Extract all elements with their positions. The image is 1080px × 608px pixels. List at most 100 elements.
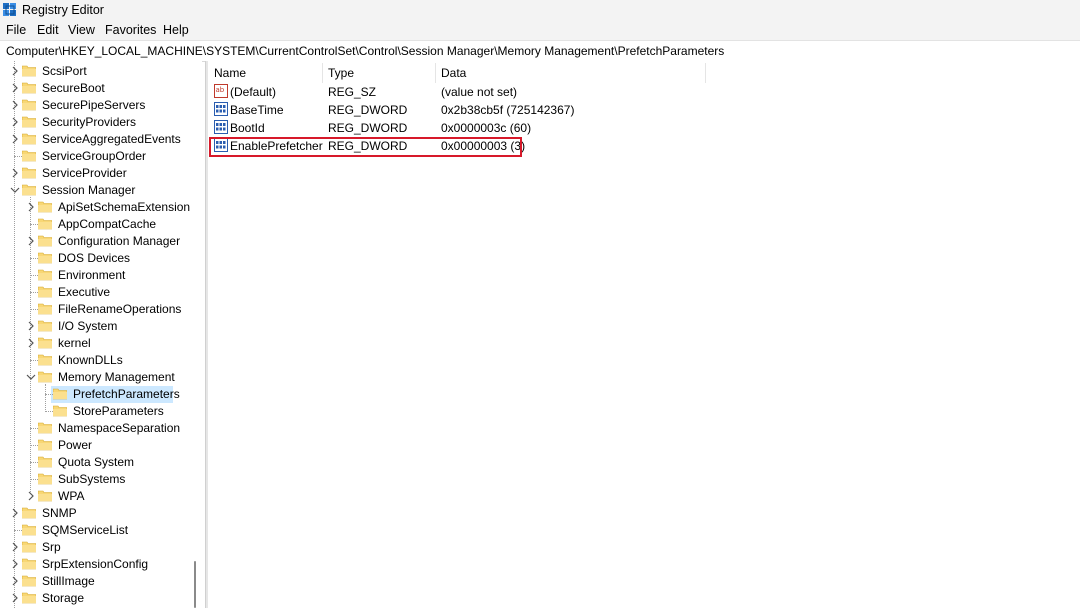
tree-item-label: NamespaceSeparation (58, 421, 181, 435)
folder-icon (38, 269, 52, 281)
tree-item[interactable]: SNMP (0, 505, 190, 522)
tree-item[interactable]: ServiceProvider (0, 165, 190, 182)
value-type: REG_DWORD (328, 121, 408, 135)
value-row[interactable]: BootId REG_DWORD 0x0000003c (60) (208, 119, 708, 137)
tree-item-label: StoreParameters (73, 404, 164, 418)
tree-item[interactable]: Session Manager (0, 182, 190, 199)
values-list[interactable]: Name Type Data ab (Default) REG_SZ (value n… (208, 61, 1080, 608)
tree-connector-line (30, 428, 38, 429)
chevron-right-icon[interactable] (26, 235, 36, 247)
folder-icon (22, 592, 36, 604)
tree-item-label: Configuration Manager (58, 234, 181, 248)
tree-item[interactable]: Executive (0, 284, 190, 301)
chevron-right-icon[interactable] (10, 99, 20, 111)
tree-item[interactable]: ServiceGroupOrder (0, 148, 190, 165)
chevron-right-icon[interactable] (10, 167, 20, 179)
tree-item-label: PrefetchParameters (73, 387, 180, 401)
menu-edit[interactable]: Edit (37, 23, 59, 37)
address-path[interactable]: Computer\HKEY_LOCAL_MACHINE\SYSTEM\Curre… (6, 44, 724, 58)
tree-item[interactable]: FileRenameOperations (0, 301, 190, 318)
tree-connector-line (30, 360, 38, 361)
folder-icon (22, 184, 36, 196)
tree-item[interactable]: AppCompatCache (0, 216, 190, 233)
tree-item[interactable]: SQMServiceList (0, 522, 190, 539)
tree-item[interactable]: kernel (0, 335, 190, 352)
tree-item[interactable]: Environment (0, 267, 190, 284)
value-row[interactable]: BaseTime REG_DWORD 0x2b38cb5f (725142367) (208, 101, 708, 119)
folder-icon (38, 490, 52, 502)
tree-connector-line (30, 258, 38, 259)
folder-icon (38, 473, 52, 485)
chevron-right-icon[interactable] (10, 541, 20, 553)
tree-item[interactable]: Quota System (0, 454, 190, 471)
tree-item[interactable]: Configuration Manager (0, 233, 190, 250)
folder-icon (38, 303, 52, 315)
tree-item[interactable]: I/O System (0, 318, 190, 335)
column-header-name[interactable]: Name (208, 61, 322, 83)
value-type: REG_SZ (328, 85, 377, 99)
menu-help[interactable]: Help (163, 23, 189, 37)
tree-item[interactable]: SecurityProviders (0, 114, 190, 131)
chevron-right-icon[interactable] (26, 201, 36, 213)
column-header-type[interactable]: Type (322, 61, 435, 83)
chevron-right-icon[interactable] (10, 116, 20, 128)
tree-item[interactable]: PrefetchParameters (0, 386, 190, 403)
tree-item[interactable]: Storage (0, 590, 190, 607)
column-header-data[interactable]: Data (435, 61, 705, 83)
tree-item[interactable]: StillImage (0, 573, 190, 590)
folder-icon (38, 320, 52, 332)
chevron-down-icon[interactable] (26, 371, 36, 383)
chevron-right-icon[interactable] (10, 82, 20, 94)
tree-item-label: ScsiPort (42, 64, 87, 78)
tree-item[interactable]: ApiSetSchemaExtensions (0, 199, 196, 216)
menu-file[interactable]: File (6, 23, 26, 37)
value-row[interactable]: ab (Default) REG_SZ (value not set) (208, 83, 708, 101)
chevron-right-icon[interactable] (26, 320, 36, 332)
folder-icon (22, 507, 36, 519)
chevron-right-icon[interactable] (10, 133, 20, 145)
folder-icon (22, 524, 36, 536)
tree-item[interactable]: ServiceAggregatedEvents (0, 131, 190, 148)
title-bar: Registry Editor (0, 0, 1080, 21)
tree-item[interactable]: Memory Management (0, 369, 190, 386)
column-separator[interactable] (705, 63, 706, 83)
tree-item-label: ServiceProvider (42, 166, 127, 180)
chevron-right-icon[interactable] (10, 558, 20, 570)
menu-favorites[interactable]: Favorites (105, 23, 156, 37)
tree-item[interactable]: SecurePipeServers (0, 97, 190, 114)
tree-scrollbar-thumb[interactable] (194, 561, 196, 608)
chevron-right-icon[interactable] (26, 490, 36, 502)
tree-item-label: SQMServiceList (42, 523, 129, 537)
column-header-name-label: Name (214, 66, 247, 80)
tree-item-label: AppCompatCache (58, 217, 157, 231)
tree-connector-line (30, 445, 38, 446)
binary-value-icon (214, 120, 228, 134)
menu-view[interactable]: View (68, 23, 95, 37)
chevron-right-icon[interactable] (10, 592, 20, 604)
tree-item[interactable]: WPA (0, 488, 190, 505)
tree-item[interactable]: SrpExtensionConfig (0, 556, 190, 573)
tree-item[interactable]: Srp (0, 539, 190, 556)
tree-item[interactable]: KnownDLLs (0, 352, 190, 369)
tree-item[interactable]: NamespaceSeparation (0, 420, 190, 437)
tree-item[interactable]: SecureBoot (0, 80, 190, 97)
chevron-right-icon[interactable] (26, 337, 36, 349)
chevron-right-icon[interactable] (10, 507, 20, 519)
svg-text:ab: ab (216, 86, 225, 94)
value-data: 0x0000003c (60) (441, 121, 532, 135)
tree-item[interactable]: ScsiPort (0, 63, 190, 80)
address-bar[interactable]: Computer\HKEY_LOCAL_MACHINE\SYSTEM\Curre… (0, 40, 1080, 62)
tree-connector-line (30, 292, 38, 293)
tree-item-label: SubSystems (58, 472, 126, 486)
chevron-right-icon[interactable] (10, 65, 20, 77)
key-tree[interactable]: ScsiPort SecureBoot SecurePipeServers Secur… (0, 61, 202, 608)
chevron-down-icon[interactable] (10, 184, 20, 196)
tree-item[interactable]: SubSystems (0, 471, 190, 488)
folder-icon (53, 405, 67, 417)
tree-item[interactable]: StoreParameters (0, 403, 190, 420)
tree-item[interactable]: DOS Devices (0, 250, 190, 267)
tree-scrollbar[interactable] (190, 61, 202, 608)
chevron-right-icon[interactable] (10, 575, 20, 587)
tree-item[interactable]: Power (0, 437, 190, 454)
tree-item-label: WPA (58, 489, 85, 503)
